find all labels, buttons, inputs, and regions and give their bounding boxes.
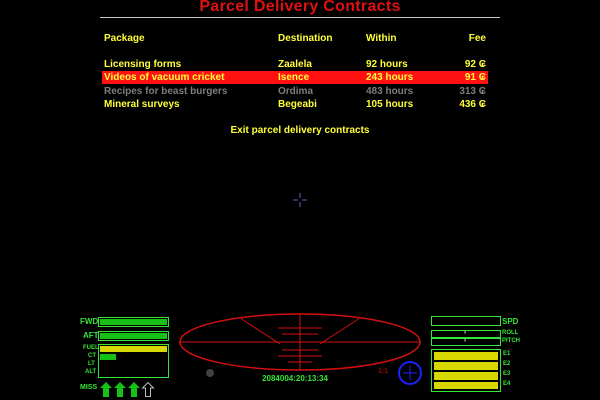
contract-destination: Begeabi	[278, 99, 317, 110]
contract-package: Videos of vacuum cricket	[104, 72, 225, 83]
header-within: Within	[366, 33, 397, 44]
header-package: Package	[104, 33, 145, 44]
altitude-label: ALT	[85, 369, 97, 375]
energy-bank-2-fill	[434, 362, 498, 370]
contract-row[interactable]: Licensing forms Zaalela 92 hours 92 ₢	[102, 58, 488, 71]
header-fee: Fee	[468, 33, 486, 44]
contract-within: 243 hours	[366, 72, 414, 83]
missiles-label: MISS	[80, 384, 98, 391]
aft-shield-gauge	[98, 331, 169, 341]
roll-gauge: ›	[431, 330, 501, 338]
scanner-zoom-text: 1:1	[378, 368, 389, 375]
compass-icon	[398, 361, 422, 385]
missile-empty-icon	[141, 382, 155, 397]
cabin-temp-fill	[100, 354, 116, 360]
aft-shield-fill	[100, 333, 167, 339]
fuel-fill	[100, 346, 167, 352]
pitch-label: PITCH	[502, 338, 520, 344]
energy-bank-1-label: E1	[503, 351, 511, 357]
exit-contracts-button[interactable]: Exit parcel delivery contracts	[0, 125, 600, 136]
fuel-label: FUEL	[83, 345, 99, 351]
contract-destination: Isence	[278, 72, 310, 83]
crosshair-icon	[293, 193, 307, 207]
speed-label: SPD	[502, 317, 519, 326]
energy-bank-4-fill	[434, 382, 498, 389]
cabin-temp-label: CT	[88, 353, 96, 359]
contract-destination: Zaalela	[278, 59, 312, 70]
fwd-shield-label: FWD	[80, 317, 99, 326]
energy-bank-3-fill	[434, 372, 498, 380]
contract-row-unavailable[interactable]: Recipes for beast burgers Ordima 483 hou…	[102, 85, 488, 98]
energy-bank-2-label: E2	[503, 361, 511, 367]
energy-bank-4-label: E4	[503, 381, 511, 387]
contract-row-selected[interactable]: Videos of vacuum cricket Isence 243 hour…	[102, 71, 488, 84]
energy-bank-1-fill	[434, 352, 498, 360]
contract-fee: 436 ₢	[459, 99, 486, 110]
pitch-indicator: ›	[464, 338, 466, 344]
screen-title: Parcel Delivery Contracts	[199, 0, 401, 15]
stardate: 2084004:20:13:34	[262, 374, 328, 383]
roll-label: ROLL	[502, 330, 519, 336]
contract-package: Mineral surveys	[104, 99, 180, 110]
fwd-shield-gauge	[98, 317, 169, 327]
contract-fee: 92 ₢	[464, 59, 486, 70]
laser-temp-label: LT	[88, 361, 95, 367]
contract-package: Recipes for beast burgers	[104, 86, 228, 97]
contract-within: 105 hours	[366, 99, 414, 110]
status-gauges	[98, 344, 169, 378]
contract-fee: 313 ₢	[459, 86, 486, 97]
header-destination: Destination	[278, 33, 333, 44]
missile-icon	[128, 382, 140, 397]
contract-package: Licensing forms	[104, 59, 182, 70]
missile-icons	[100, 382, 155, 397]
title-divider	[100, 17, 500, 18]
fwd-shield-fill	[100, 319, 167, 325]
contract-within: 92 hours	[366, 59, 408, 70]
contract-destination: Ordima	[278, 86, 314, 97]
energy-bank-3-label: E3	[503, 371, 511, 377]
energy-banks	[431, 349, 501, 392]
pitch-gauge: ›	[431, 338, 501, 346]
contract-within: 483 hours	[366, 86, 414, 97]
scanner-zoom-icon	[206, 369, 214, 377]
aft-shield-label: AFT	[83, 331, 99, 340]
missile-icon	[114, 382, 126, 397]
contract-row[interactable]: Mineral surveys Begeabi 105 hours 436 ₢	[102, 98, 488, 111]
contract-fee: 91 ₢	[464, 72, 486, 83]
table-header: Package Destination Within Fee	[102, 32, 488, 45]
missile-icon	[100, 382, 112, 397]
roll-indicator: ›	[464, 330, 466, 336]
speed-gauge	[431, 316, 501, 326]
